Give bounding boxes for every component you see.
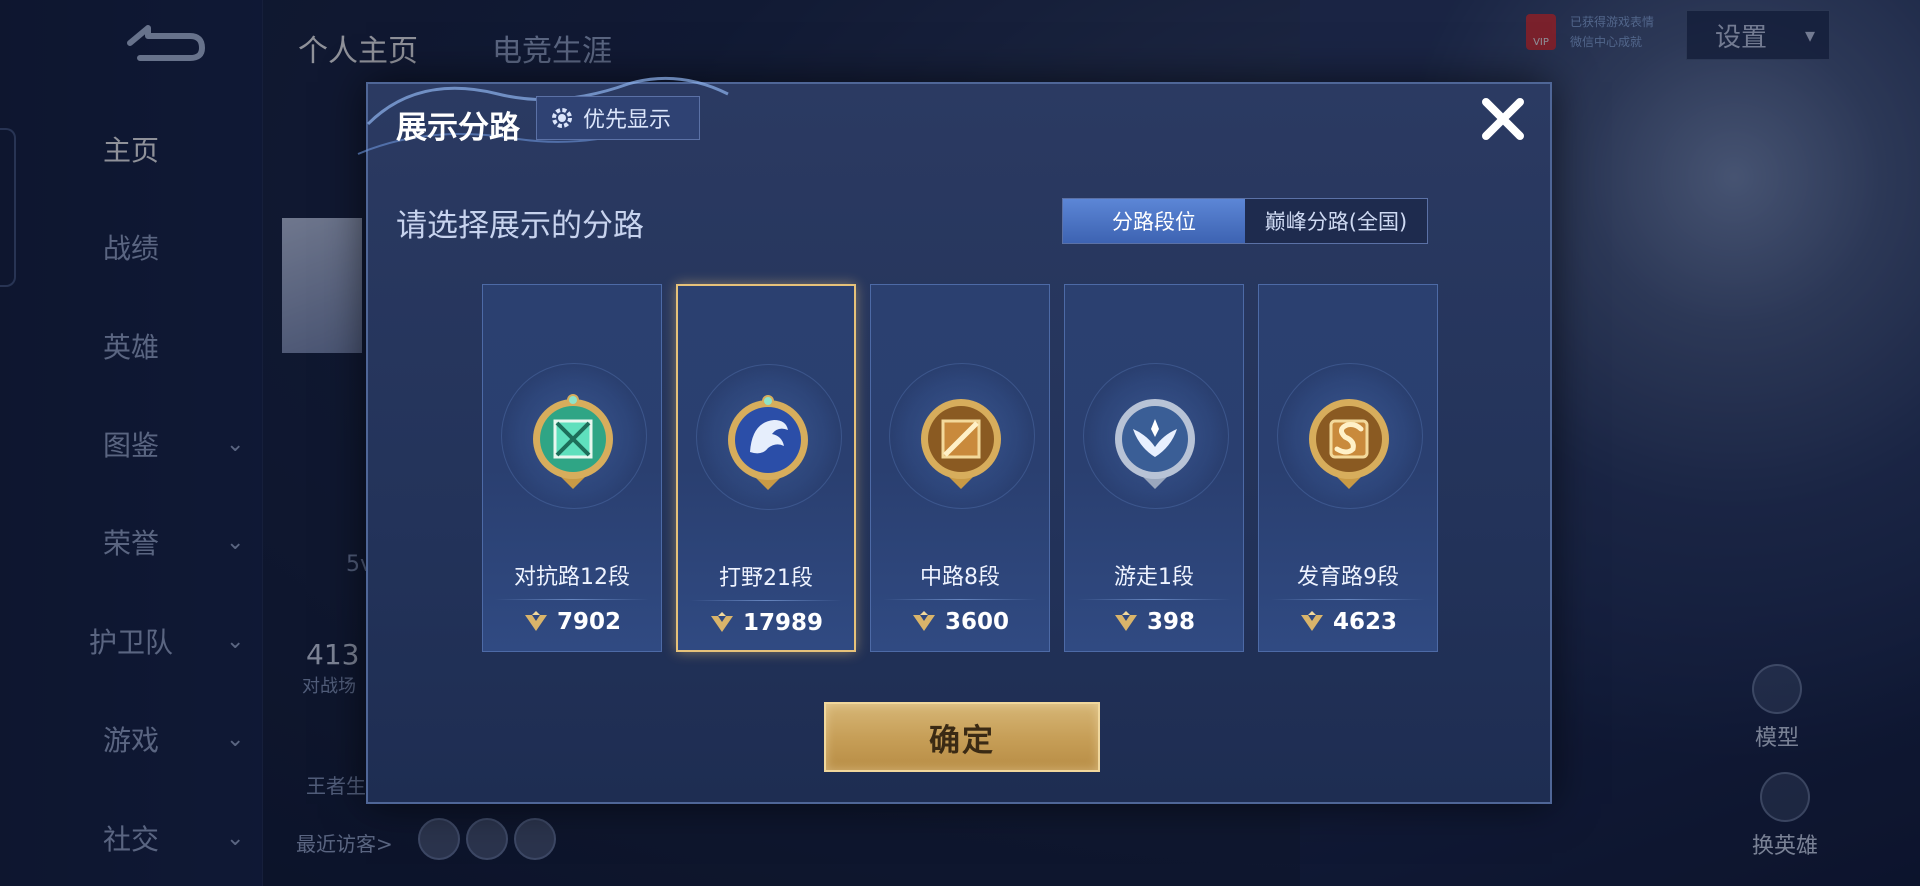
confirm-button[interactable]: 确定 (824, 702, 1100, 772)
points-icon (912, 611, 935, 631)
tab-lane-rank[interactable]: 分路段位 (1063, 199, 1245, 243)
tab-peak-lane[interactable]: 巅峰分路(全国) (1245, 199, 1427, 243)
lane-points: 3600 (871, 609, 1049, 635)
priority-display-button[interactable]: 优先显示 (536, 96, 700, 140)
points-icon (524, 611, 547, 631)
dialog-title: 展示分路 (396, 110, 520, 146)
lane-points: 4623 (1259, 609, 1437, 635)
points-icon (1300, 611, 1323, 631)
points-icon (1114, 611, 1137, 631)
divider (883, 599, 1037, 600)
points-icon (710, 612, 733, 632)
lane-points: 17989 (678, 610, 854, 636)
lane-view-toggle: 分路段位 巅峰分路(全国) (1062, 198, 1428, 244)
lane-name: 对抗路12段 (514, 565, 630, 590)
lane-points: 398 (1065, 609, 1243, 635)
lane-name: 中路8段 (920, 565, 1000, 590)
close-icon[interactable] (1478, 94, 1528, 144)
roam-wing-badge-icon (1115, 399, 1195, 489)
points-value: 4623 (1332, 609, 1397, 635)
lane-points: 7902 (483, 609, 661, 635)
points-value: 7902 (556, 609, 621, 635)
lane-card-farm[interactable]: 发育路9段 4623 (1258, 284, 1438, 652)
priority-display-label: 优先显示 (583, 108, 672, 133)
jungle-dragon-badge-icon (728, 395, 808, 490)
points-value: 3600 (944, 609, 1009, 635)
dialog-subtitle: 请选择展示的分路 (396, 208, 644, 244)
clash-lane-badge-icon (533, 394, 613, 489)
lane-name: 打野21段 (719, 566, 813, 591)
lane-card-top[interactable]: 对抗路12段 7902 (482, 284, 662, 652)
lane-name: 游走1段 (1114, 565, 1194, 590)
lane-card-mid[interactable]: 中路8段 3600 (870, 284, 1050, 652)
points-value: 398 (1146, 609, 1195, 635)
divider (495, 599, 649, 600)
lane-name: 发育路9段 (1297, 565, 1399, 590)
divider (1271, 599, 1425, 600)
gear-icon (552, 108, 572, 128)
mid-lane-badge-icon (921, 399, 1001, 489)
farm-lane-badge-icon (1309, 399, 1389, 489)
divider (1077, 599, 1231, 600)
lane-card-roam[interactable]: 游走1段 398 (1064, 284, 1244, 652)
lane-card-jungle[interactable]: 打野21段 17989 (676, 284, 856, 652)
points-value: 17989 (742, 610, 824, 636)
divider (690, 600, 842, 601)
lane-display-dialog: 展示分路 优先显示 请选择展示的分路 分路段位 巅峰分路(全国) 对抗路12段 (357, 76, 1552, 804)
